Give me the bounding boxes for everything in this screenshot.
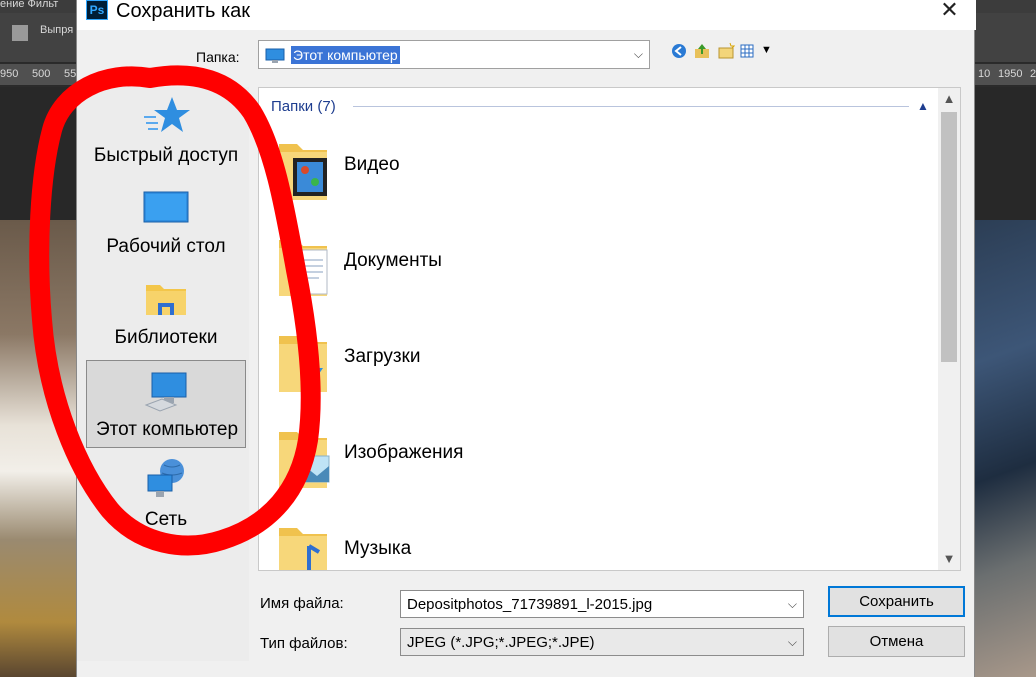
folder-name: Загрузки <box>344 346 421 367</box>
folder-name: Изображения <box>344 442 464 463</box>
video-folder-icon <box>279 144 327 200</box>
this-pc-small-icon <box>265 48 285 63</box>
photoshop-menu-partial: ение Фильт <box>0 0 59 10</box>
new-folder-icon[interactable] <box>717 42 735 60</box>
place-label: Сеть <box>144 509 188 530</box>
chevron-down-icon[interactable]: ⌵ <box>788 635 797 650</box>
photoshop-canvas-left <box>0 220 78 677</box>
downloads-folder-icon <box>279 336 327 392</box>
places-bar: Быстрый доступ Рабочий стол Библиотеки Э… <box>77 87 249 661</box>
folder-item-pictures[interactable]: Изображения <box>267 416 687 496</box>
filename-input[interactable]: Depositphotos_71739891_l-2015.jpg ⌵ <box>400 590 804 618</box>
folder-item-documents[interactable]: Документы <box>267 224 687 304</box>
place-libraries[interactable]: Библиотеки <box>86 269 246 357</box>
chevron-down-icon[interactable]: ⌵ <box>634 47 643 62</box>
straighten-tool-icon <box>12 25 28 41</box>
folder-combobox-value: Этот компьютер <box>291 46 400 64</box>
photoshop-canvas-right <box>975 220 1036 677</box>
folder-item-downloads[interactable]: Загрузки <box>267 320 687 400</box>
ruler-tick-label: 10 <box>978 68 991 80</box>
scroll-up-arrow-icon[interactable]: ▲ <box>938 88 960 110</box>
up-folder-icon[interactable] <box>693 42 711 60</box>
ruler-tick-label: 950 <box>0 68 19 80</box>
scroll-thumb[interactable] <box>941 112 957 362</box>
dialog-titlebar[interactable]: Ps Сохранить как ✕ <box>77 0 976 30</box>
place-label: Этот компьютер <box>95 419 239 440</box>
folder-name: Видео <box>344 154 400 175</box>
place-label: Рабочий стол <box>106 236 226 257</box>
music-folder-icon <box>279 528 327 570</box>
place-quick-access[interactable]: Быстрый доступ <box>86 87 246 175</box>
filename-value: Depositphotos_71739891_l-2015.jpg <box>407 596 653 613</box>
libraries-folder-icon <box>146 285 186 315</box>
network-icon <box>147 459 184 497</box>
filetype-value: JPEG (*.JPG;*.JPEG;*.JPE) <box>407 634 595 651</box>
ruler-tick-label: 55 <box>64 68 77 80</box>
filename-label: Имя файла: <box>260 595 344 612</box>
scroll-down-arrow-icon[interactable]: ▼ <box>938 548 960 570</box>
desktop-icon <box>143 191 189 223</box>
straighten-option-partial: Выпря <box>40 24 74 36</box>
photoshop-app-icon: Ps <box>86 0 108 20</box>
pictures-folder-icon <box>279 432 330 488</box>
folder-label: Папка: <box>196 49 240 65</box>
folder-item-video[interactable]: Видео <box>267 128 687 208</box>
file-list-scrollbar[interactable]: ▲ ▼ <box>938 88 960 570</box>
filetype-select[interactable]: JPEG (*.JPG;*.JPEG;*.JPE) ⌵ <box>400 628 804 656</box>
ruler-tick-label: 2 <box>1030 68 1036 80</box>
place-this-pc[interactable]: Этот компьютер <box>86 360 246 448</box>
quick-access-star-icon <box>144 97 190 132</box>
view-menu-icon[interactable] <box>739 42 757 60</box>
cancel-button[interactable]: Отмена <box>828 626 965 657</box>
documents-folder-icon <box>279 240 328 296</box>
close-button[interactable]: ✕ <box>927 0 972 22</box>
this-pc-icon <box>144 372 187 412</box>
place-label: Библиотеки <box>114 327 218 348</box>
folder-name: Музыка <box>344 538 412 559</box>
collapse-group-icon[interactable]: ▲ <box>917 99 929 113</box>
place-network[interactable]: Сеть <box>86 451 246 539</box>
chevron-down-icon[interactable]: ⌵ <box>788 597 797 612</box>
folder-item-music[interactable]: Музыка <box>267 512 687 570</box>
dialog-title: Сохранить как <box>116 0 251 22</box>
group-divider <box>353 106 909 107</box>
ruler-tick-label: 1950 <box>998 68 1023 80</box>
filetype-label: Тип файлов: <box>260 635 348 652</box>
group-header: Папки (7) <box>271 98 336 115</box>
file-list[interactable]: Папки (7) ▲ Видео Документы Загрузки Изо… <box>258 87 961 571</box>
ruler-tick-label: 500 <box>32 68 51 80</box>
back-arrow-icon[interactable] <box>670 42 688 60</box>
save-as-dialog: Ps Сохранить как ✕ Папка: Этот компьютер… <box>76 0 976 677</box>
place-desktop[interactable]: Рабочий стол <box>86 178 246 266</box>
place-label: Быстрый доступ <box>93 145 239 166</box>
folder-name: Документы <box>344 250 442 271</box>
folder-combobox[interactable]: Этот компьютер ⌵ <box>258 40 650 69</box>
save-button[interactable]: Сохранить <box>828 586 965 617</box>
view-dropdown-arrow-icon[interactable]: ▼ <box>761 44 772 56</box>
